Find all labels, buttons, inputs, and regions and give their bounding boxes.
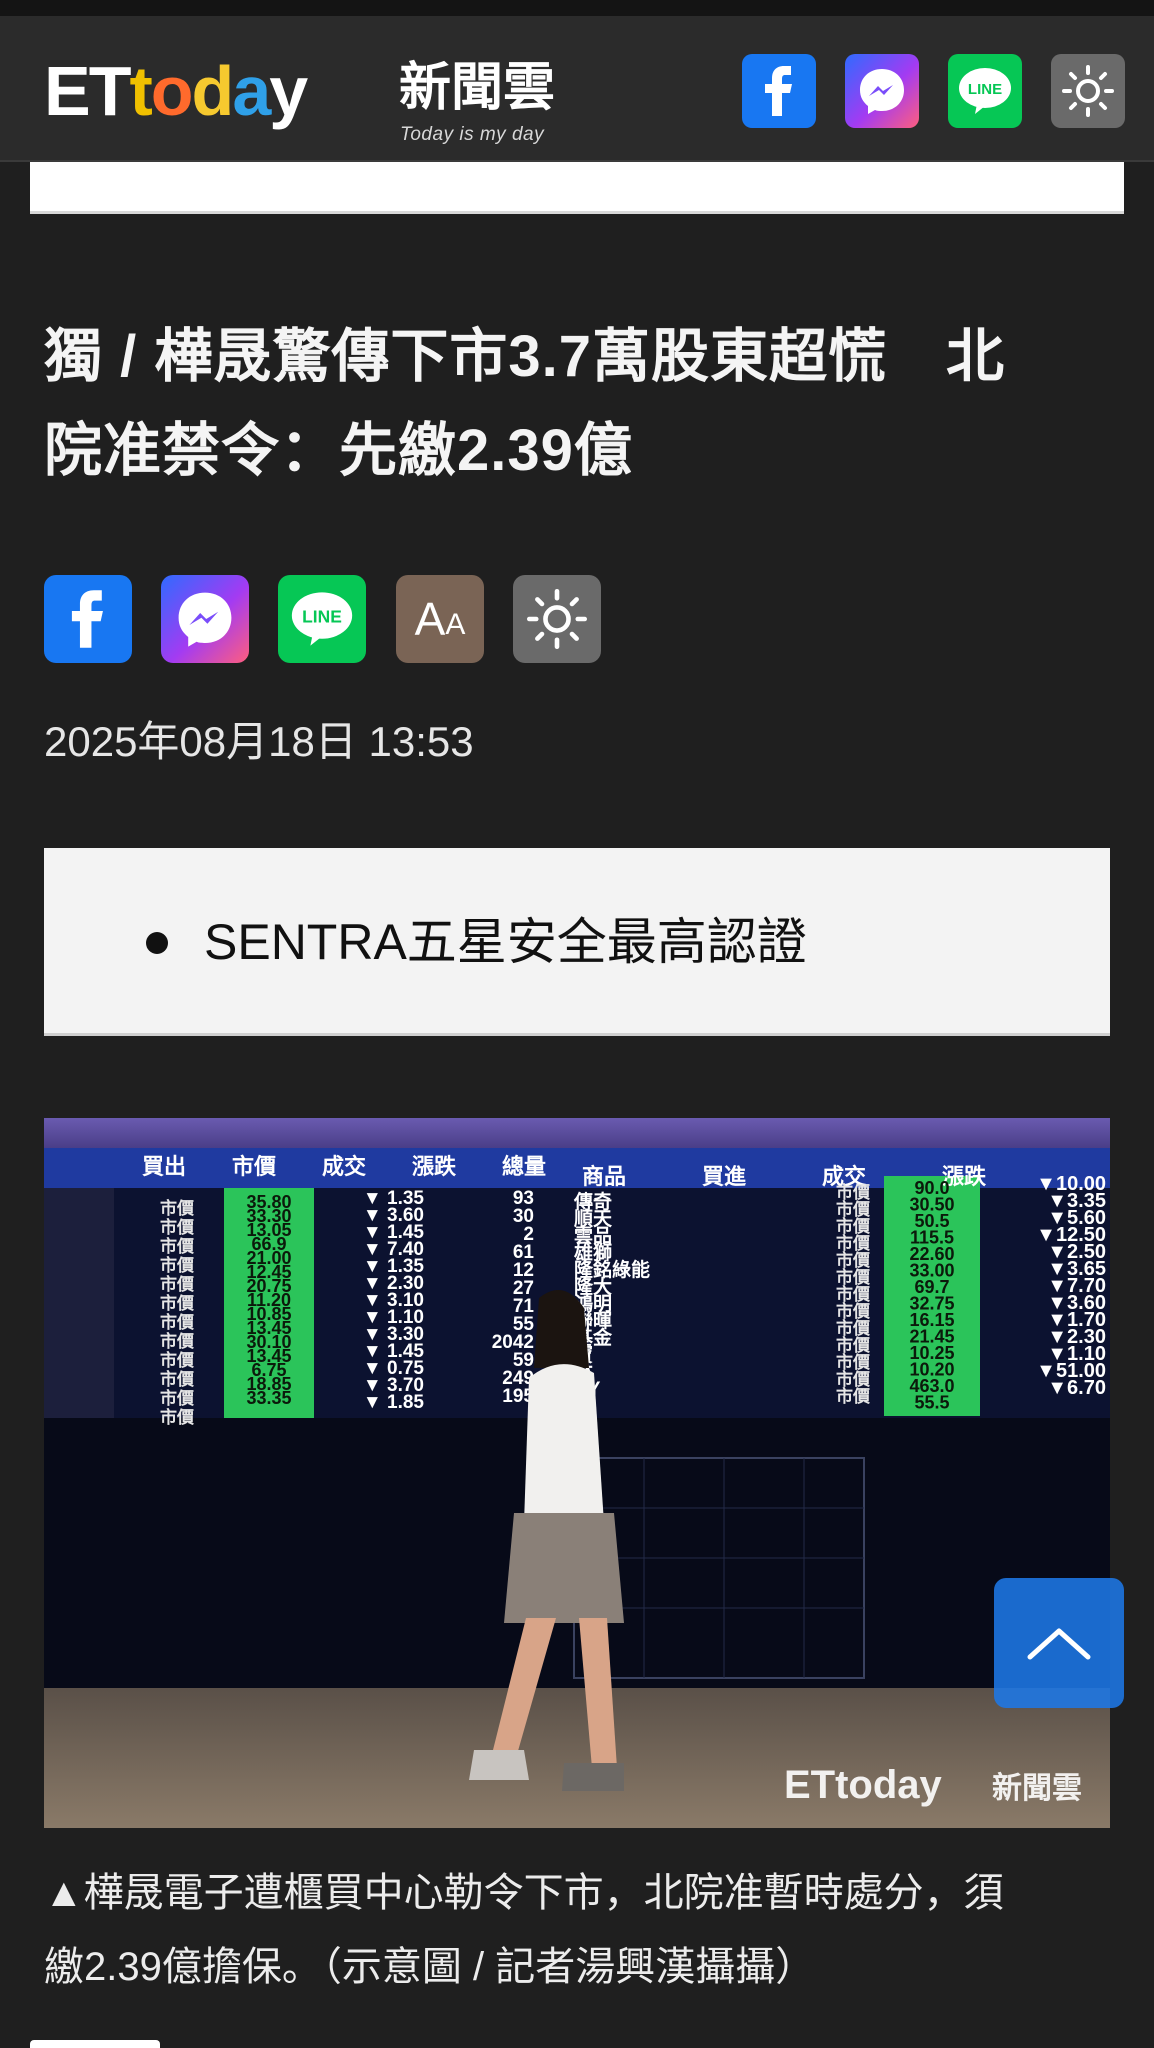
logo-chinese: 新聞雲: [399, 59, 556, 117]
photo-watermark: ETtoday: [784, 1763, 943, 1807]
board-market-price: 市價: [160, 1350, 195, 1370]
messenger-icon[interactable]: [845, 54, 919, 128]
font-size-small-a: A: [445, 608, 466, 641]
messenger-icon[interactable]: [161, 575, 249, 663]
facebook-icon[interactable]: [742, 54, 816, 128]
article-title-line2: 院准禁令：先繳2.39億: [44, 418, 633, 483]
line-icon[interactable]: LINE: [278, 575, 366, 663]
caption-line2: 繳2.39億擔保。（示意圖 / 記者湯興漢攝攝）: [44, 1945, 816, 1989]
photo-caption: ▲樺晟電子遭櫃買中心勒令下市，北院准暫時處分，須 繳2.39億擔保。（示意圖 /…: [44, 1856, 1114, 2004]
board-header-label: 成交: [322, 1154, 366, 1179]
board-dark-bar: [44, 1188, 114, 1418]
promo-box: SENTRA五星安全最高認證: [44, 848, 1110, 1036]
board-header-label: 買出: [142, 1154, 186, 1179]
font-size-large-a: A: [414, 593, 446, 645]
brightness-icon[interactable]: [1051, 54, 1125, 128]
board-market-price: 市價: [160, 1407, 195, 1427]
home-indicator: [30, 2040, 160, 2048]
board-market-price: 市價: [160, 1236, 195, 1256]
promo-link[interactable]: SENTRA五星安全最高認證: [204, 912, 807, 972]
board-market-price: 市價: [836, 1250, 871, 1270]
board-header-label: 總量: [502, 1154, 546, 1179]
board-market-price: 市價: [160, 1369, 195, 1389]
board-market-price: 市價: [836, 1182, 871, 1202]
board-market-price: 市價: [160, 1312, 195, 1332]
board-value: 55.5: [914, 1393, 949, 1413]
ad-banner-remnant: [30, 162, 1124, 214]
board-change: ▼6.70: [1047, 1377, 1106, 1399]
stock-board-illustration: 買出 市價 成交 漲跌 總量 商品 買進 成交 漲跌35.8033.3013.0566.921.…: [44, 1118, 1110, 1828]
photo-watermark-cn: 新聞雲: [992, 1772, 1082, 1805]
line-icon[interactable]: LINE: [948, 54, 1022, 128]
board-market-price: 市價: [836, 1284, 871, 1304]
board-header-label: 漲跌: [412, 1154, 457, 1179]
board-market-price: 市價: [836, 1216, 871, 1236]
board-value: 33.35: [246, 1388, 291, 1408]
caption-line1: ▲樺晟電子遭櫃買中心勒令下市，北院准暫時處分，須: [44, 1871, 1004, 1915]
article-title: 獨 / 樺晟驚傳下市3.7萬股東超慌 北 院准禁令：先繳2.39億: [44, 310, 1114, 498]
board-market-price: 市價: [836, 1318, 871, 1338]
board-market-price: 市價: [836, 1301, 871, 1321]
facebook-icon[interactable]: [44, 575, 132, 663]
site-header: ETtoday 新聞雲 Today is my day LINE: [0, 16, 1154, 162]
board-market-price: 市價: [836, 1369, 871, 1389]
board-market-price: 市價: [836, 1335, 871, 1355]
article-photo: 買出 市價 成交 漲跌 總量 商品 買進 成交 漲跌 35.80 33.30 13.05 66.9 21.…: [44, 1118, 1110, 1828]
board-market-price: 市價: [160, 1293, 195, 1313]
board-market-price: 市價: [160, 1274, 195, 1294]
board-market-price: 市價: [160, 1198, 195, 1218]
board-market-price: 市價: [160, 1255, 195, 1275]
board-market-price: 市價: [836, 1233, 871, 1253]
board-market-price: 市價: [160, 1217, 195, 1237]
article-title-line1: 獨 / 樺晟驚傳下市3.7萬股東超慌 北: [44, 324, 1005, 389]
svg-text:LINE: LINE: [968, 81, 1002, 98]
board-header-label: 商品: [582, 1164, 626, 1189]
publish-date: 2025年08月18日 13:53: [44, 718, 474, 765]
brightness-icon[interactable]: [513, 575, 601, 663]
logo-tagline: Today is my day: [400, 124, 545, 145]
svg-text:LINE: LINE: [302, 606, 342, 626]
back-to-top-button[interactable]: [994, 1578, 1124, 1708]
chevron-up-icon: [1027, 1628, 1091, 1660]
board-market-price: 市價: [836, 1386, 871, 1406]
board-header-label: 買進: [702, 1164, 746, 1189]
bullet-icon: [146, 932, 168, 954]
board-market-price: 市價: [836, 1199, 871, 1219]
site-logo[interactable]: ETtoday 新聞雲 Today is my day: [44, 52, 564, 152]
status-bar: [0, 0, 1154, 16]
share-toolbar: LINE AA: [44, 575, 644, 663]
logo-wordmark: ETtoday: [44, 52, 308, 130]
board-change: ▼ 1.85: [363, 1392, 424, 1413]
board-market-price: 市價: [160, 1388, 195, 1408]
board-header-label: 市價: [232, 1154, 277, 1179]
board-market-price: 市價: [160, 1331, 195, 1351]
board-market-price: 市價: [836, 1352, 871, 1372]
board-market-price: 市價: [836, 1267, 871, 1287]
font-size-icon[interactable]: AA: [396, 575, 484, 663]
